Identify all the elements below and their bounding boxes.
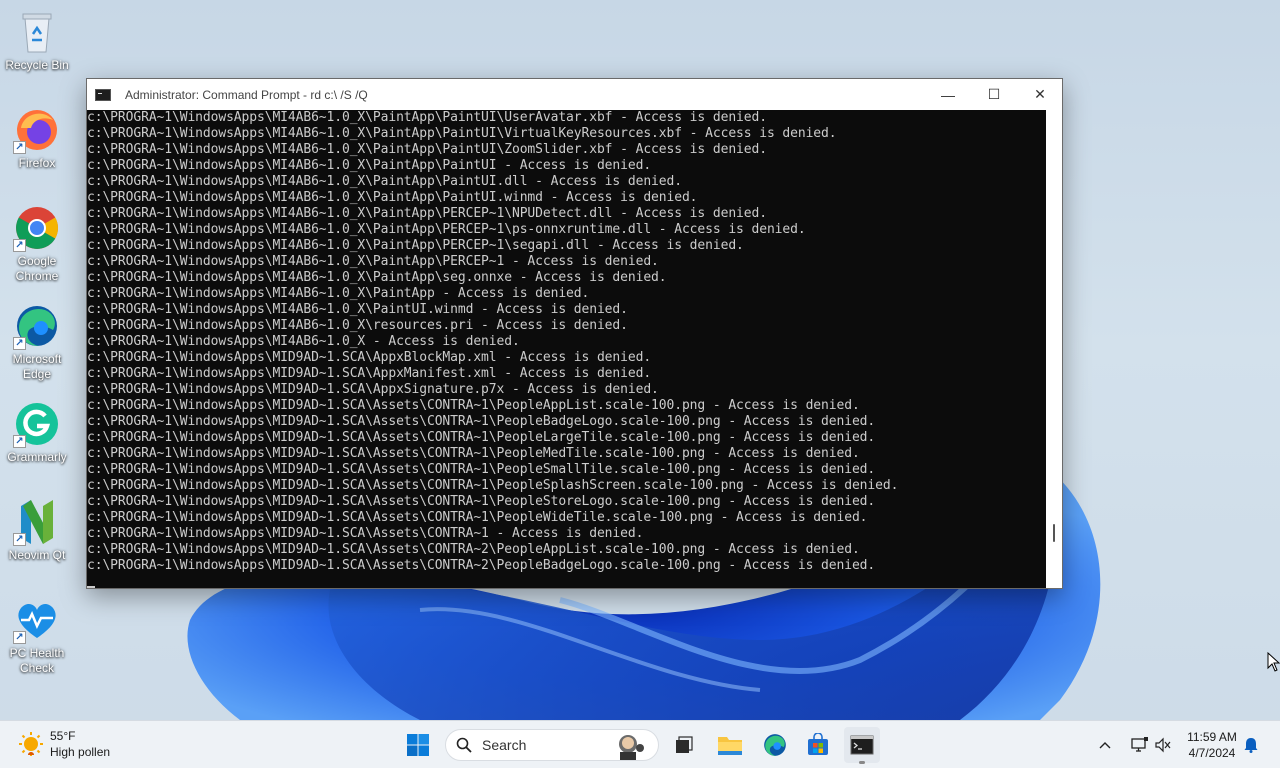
microsoft-store-button[interactable] [800, 727, 836, 763]
console-line: c:\PROGRA~1\WindowsApps\MID9AD~1.SCA\Ass… [87, 446, 860, 461]
recycle-bin-icon [13, 8, 61, 56]
scrollbar-thumb[interactable] [1053, 524, 1055, 542]
console-line: c:\PROGRA~1\WindowsApps\MI4AB6~1.0_X\Pai… [87, 286, 590, 301]
console-output[interactable]: c:\PROGRA~1\WindowsApps\MI4AB6~1.0_X\Pai… [87, 110, 1047, 588]
network-volume-button[interactable] [1124, 727, 1178, 763]
console-line: c:\PROGRA~1\WindowsApps\MID9AD~1.SCA\Ass… [87, 462, 876, 477]
desktop-icon-label: Neovim Qt [8, 548, 66, 562]
maximize-button[interactable]: ☐ [971, 79, 1017, 110]
weather-widget[interactable]: 55°F High pollen [18, 728, 110, 760]
edge-icon [764, 734, 786, 756]
console-line: c:\PROGRA~1\WindowsApps\MID9AD~1.SCA\App… [87, 350, 652, 365]
desktop-icon-label: Google Chrome [15, 254, 59, 283]
console-line: c:\PROGRA~1\WindowsApps\MID9AD~1.SCA\Ass… [87, 478, 899, 493]
volume-muted-icon [1155, 737, 1171, 753]
notifications-button[interactable] [1236, 727, 1266, 763]
console-line: c:\PROGRA~1\WindowsApps\MID9AD~1.SCA\Ass… [87, 494, 876, 509]
console-line: c:\PROGRA~1\WindowsApps\MI4AB6~1.0_X\Pai… [87, 222, 806, 237]
desktop-icon-firefox[interactable]: ↗ Firefox [2, 106, 72, 171]
search-icon [456, 737, 472, 753]
grammarly-icon: ↗ [13, 400, 61, 448]
shortcut-arrow-icon: ↗ [13, 141, 26, 154]
chrome-icon: ↗ [13, 204, 61, 252]
firefox-icon: ↗ [13, 106, 61, 154]
desktop-icon-recycle-bin[interactable]: Recycle Bin [2, 8, 72, 73]
console-line: c:\PROGRA~1\WindowsApps\MI4AB6~1.0_X\Pai… [87, 206, 767, 221]
console-line: c:\PROGRA~1\WindowsApps\MID9AD~1.SCA\App… [87, 366, 652, 381]
console-line: c:\PROGRA~1\WindowsApps\MI4AB6~1.0_X\Pai… [87, 142, 767, 157]
start-button[interactable] [400, 727, 436, 763]
command-prompt-window[interactable]: Administrator: Command Prompt - rd c:\ /… [86, 78, 1063, 589]
desktop-icon-label: Recycle Bin [5, 58, 69, 72]
taskbar-search[interactable]: Search [445, 729, 659, 761]
console-line: c:\PROGRA~1\WindowsApps\MI4AB6~1.0_X\Pai… [87, 158, 652, 173]
console-line: c:\PROGRA~1\WindowsApps\MID9AD~1.SCA\Ass… [87, 414, 876, 429]
console-line: c:\PROGRA~1\WindowsApps\MI4AB6~1.0_X\Pai… [87, 190, 698, 205]
console-line: c:\PROGRA~1\WindowsApps\MI4AB6~1.0_X\Pai… [87, 110, 767, 125]
bell-icon [1244, 738, 1258, 753]
desktop-icon-neovim-qt[interactable]: ↗ Neovim Qt [2, 498, 72, 563]
window-titlebar[interactable]: Administrator: Command Prompt - rd c:\ /… [87, 79, 1062, 110]
console-line: c:\PROGRA~1\WindowsApps\MI4AB6~1.0_X\Pai… [87, 126, 837, 141]
weather-condition: High pollen [50, 745, 111, 759]
console-line: c:\PROGRA~1\WindowsApps\MI4AB6~1.0_X\Pai… [87, 302, 628, 317]
desktop-icon-pc-health-check[interactable]: ↗ PC Health Check [2, 596, 72, 676]
pc-health-check-icon: ↗ [13, 596, 61, 644]
desktop-icon-microsoft-edge[interactable]: ↗ Microsoft Edge [2, 302, 72, 382]
console-line: c:\PROGRA~1\WindowsApps\MID9AD~1.SCA\Ass… [87, 398, 860, 413]
console-line: c:\PROGRA~1\WindowsApps\MID9AD~1.SCA\Ass… [87, 430, 876, 445]
chevron-up-icon [1099, 742, 1111, 749]
shortcut-arrow-icon: ↗ [13, 337, 26, 350]
console-line: c:\PROGRA~1\WindowsApps\MI4AB6~1.0_X\Pai… [87, 174, 682, 189]
shortcut-arrow-icon: ↗ [13, 533, 26, 546]
weather-temp: 55°F [50, 729, 76, 743]
network-icon [1131, 737, 1148, 752]
desktop-icon-label: Grammarly [7, 450, 67, 464]
console-scrollbar[interactable] [1046, 110, 1062, 588]
console-line: c:\PROGRA~1\WindowsApps\MI4AB6~1.0_X - A… [87, 334, 520, 349]
edge-taskbar-button[interactable] [757, 727, 793, 763]
window-title: Administrator: Command Prompt - rd c:\ /… [125, 87, 368, 102]
sun-icon [18, 731, 44, 757]
console-line: c:\PROGRA~1\WindowsApps\MI4AB6~1.0_X\Pai… [87, 254, 659, 269]
desktop-icon-label: Firefox [18, 156, 56, 170]
task-view-icon [676, 736, 693, 753]
console-line: c:\PROGRA~1\WindowsApps\MID9AD~1.SCA\Ass… [87, 510, 868, 525]
console-line: c:\PROGRA~1\WindowsApps\MID9AD~1.SCA\Ass… [87, 542, 860, 557]
active-app-indicator [859, 761, 865, 764]
console-cursor [87, 586, 95, 588]
desktop-icon-label: Microsoft Edge [12, 352, 62, 381]
task-view-button[interactable] [666, 727, 702, 763]
shortcut-arrow-icon: ↗ [13, 631, 26, 644]
store-icon [808, 733, 828, 755]
console-line: c:\PROGRA~1\WindowsApps\MID9AD~1.SCA\Ass… [87, 558, 876, 573]
desktop-icon-google-chrome[interactable]: ↗ Google Chrome [2, 204, 72, 284]
edge-icon: ↗ [13, 302, 61, 350]
windows-logo-icon [407, 734, 429, 756]
command-prompt-taskbar-button[interactable] [844, 727, 880, 763]
console-line: c:\PROGRA~1\WindowsApps\MI4AB6~1.0_X\res… [87, 318, 628, 333]
neovim-icon: ↗ [13, 498, 61, 546]
console-line: c:\PROGRA~1\WindowsApps\MID9AD~1.SCA\App… [87, 382, 659, 397]
folder-icon [718, 737, 742, 755]
desktop-icon-label: PC Health Check [9, 646, 65, 675]
search-highlight-icon [619, 735, 644, 760]
minimize-button[interactable]: — [925, 79, 971, 110]
terminal-icon [850, 735, 874, 755]
command-prompt-icon [95, 88, 111, 101]
close-button[interactable]: ✕ [1017, 79, 1063, 110]
console-line: c:\PROGRA~1\WindowsApps\MI4AB6~1.0_X\Pai… [87, 238, 744, 253]
mouse-pointer-icon [1267, 652, 1280, 672]
file-explorer-button[interactable] [712, 727, 748, 763]
desktop-icon-grammarly[interactable]: ↗ Grammarly [2, 400, 72, 465]
show-hidden-icons-button[interactable] [1088, 727, 1122, 763]
console-line: c:\PROGRA~1\WindowsApps\MID9AD~1.SCA\Ass… [87, 526, 644, 541]
console-line: c:\PROGRA~1\WindowsApps\MI4AB6~1.0_X\Pai… [87, 270, 667, 285]
shortcut-arrow-icon: ↗ [13, 435, 26, 448]
search-label: Search [482, 737, 527, 753]
taskbar: 55°F High pollen Search 11:59 AM 4/7/202… [0, 720, 1280, 768]
shortcut-arrow-icon: ↗ [13, 239, 26, 252]
